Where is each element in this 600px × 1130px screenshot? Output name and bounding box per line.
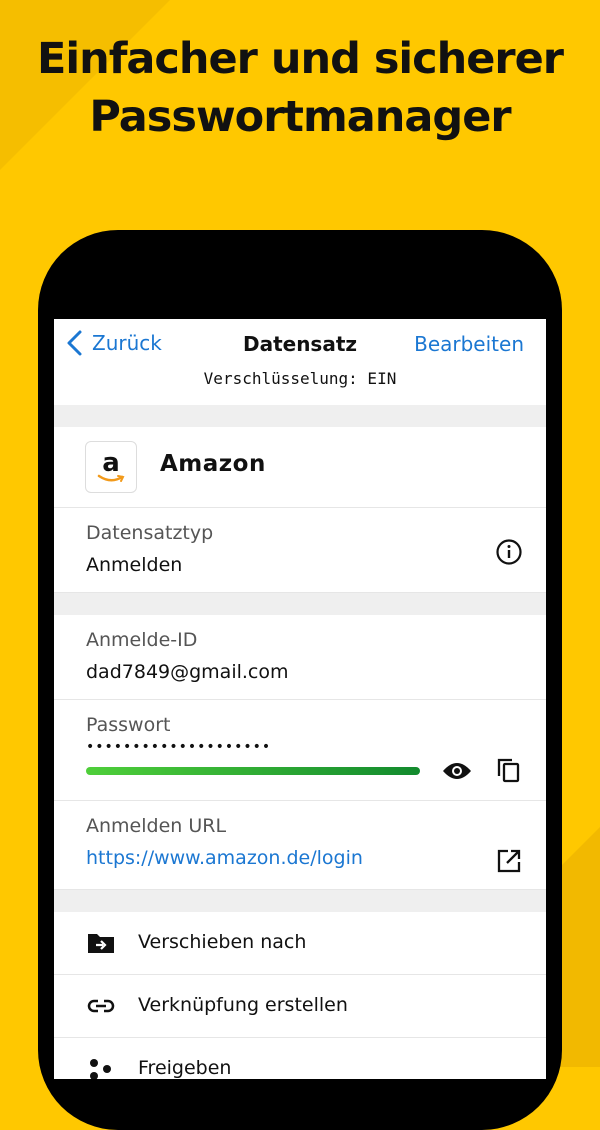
- promo-headline: Einfacher und sicherer Passwortmanager: [0, 30, 600, 146]
- edit-button[interactable]: Bearbeiten: [414, 332, 524, 356]
- section-divider: [54, 593, 546, 615]
- record-screen: Zurück Datensatz Bearbeiten Verschlüssel…: [54, 319, 546, 1079]
- info-icon: [496, 539, 522, 565]
- copy-icon: [497, 758, 520, 783]
- headline-line-2: Passwortmanager: [89, 92, 511, 142]
- share-label: Freigeben: [138, 1057, 232, 1079]
- headline-line-1: Einfacher und sicherer: [36, 34, 564, 84]
- password-value[interactable]: ••••••••••••••••••••: [86, 740, 271, 754]
- navigation-bar: Zurück Datensatz Bearbeiten Verschlüssel…: [54, 319, 546, 405]
- encryption-status: Verschlüsselung: EIN: [203, 369, 397, 388]
- section-divider: [54, 890, 546, 912]
- login-id-row: Anmelde-ID dad7849@gmail.com: [54, 615, 546, 700]
- record-title-row: a Amazon: [54, 427, 546, 508]
- move-to-label: Verschieben nach: [138, 931, 307, 953]
- record-title: Amazon: [160, 451, 266, 477]
- share-icon: [87, 1057, 115, 1079]
- eye-icon: [443, 763, 471, 779]
- password-row: Passwort ••••••••••••••••••••: [54, 700, 546, 801]
- amazon-logo: a: [85, 441, 137, 493]
- folder-move-icon: [87, 931, 115, 955]
- url-link[interactable]: https://www.amazon.de/login: [86, 847, 363, 869]
- password-strength-bar: [86, 767, 420, 775]
- reveal-password-button[interactable]: [441, 757, 473, 785]
- section-divider: [54, 405, 546, 427]
- info-button[interactable]: [495, 538, 523, 566]
- url-label: Anmelden URL: [86, 815, 227, 837]
- move-to-menu-item[interactable]: Verschieben nach: [54, 912, 546, 975]
- link-icon: [87, 994, 115, 1018]
- create-link-menu-item[interactable]: Verknüpfung erstellen: [54, 975, 546, 1038]
- login-id-value[interactable]: dad7849@gmail.com: [86, 661, 289, 683]
- login-id-label: Anmelde-ID: [86, 629, 198, 651]
- record-type-value: Anmelden: [86, 554, 183, 576]
- open-url-button[interactable]: [495, 847, 523, 875]
- amazon-smile-icon: [97, 474, 125, 482]
- record-type-row: Datensatztyp Anmelden: [54, 508, 546, 593]
- share-menu-item[interactable]: Freigeben: [54, 1038, 546, 1079]
- record-type-label: Datensatztyp: [86, 522, 214, 544]
- external-link-icon: [497, 849, 521, 873]
- create-link-label: Verknüpfung erstellen: [138, 994, 348, 1016]
- copy-password-button[interactable]: [495, 756, 523, 784]
- url-row: Anmelden URL https://www.amazon.de/login: [54, 801, 546, 890]
- password-label: Passwort: [86, 714, 171, 736]
